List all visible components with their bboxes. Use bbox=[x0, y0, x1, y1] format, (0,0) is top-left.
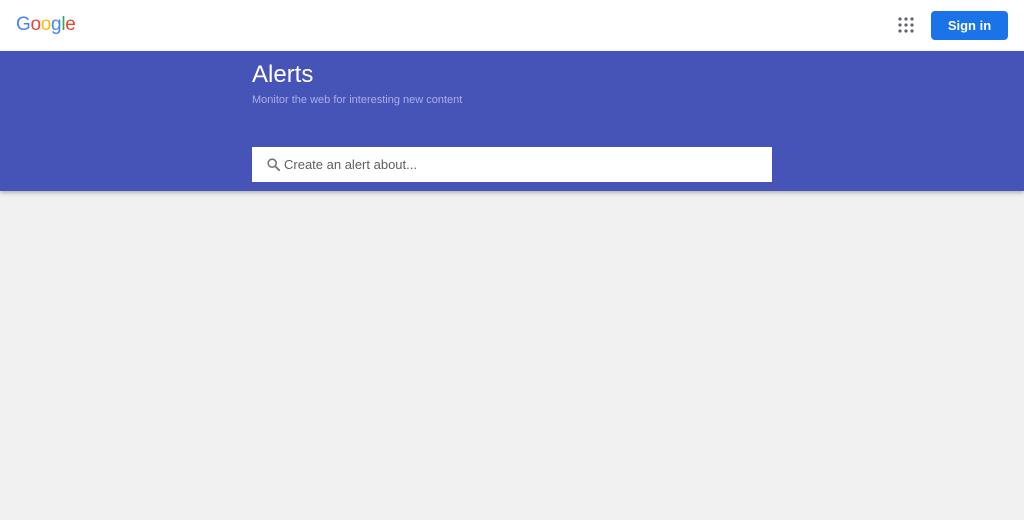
sign-in-button[interactable]: Sign in bbox=[931, 11, 1008, 40]
alerts-hero-banner: Alerts Monitor the web for interesting n… bbox=[0, 51, 1024, 191]
top-bar: Google Sign in bbox=[0, 0, 1024, 51]
search-icon bbox=[267, 158, 280, 171]
logo-letter: G bbox=[16, 14, 31, 35]
logo-letter: g bbox=[51, 14, 62, 35]
apps-grid-icon bbox=[898, 17, 914, 33]
page-title: Alerts bbox=[252, 61, 314, 88]
create-alert-box[interactable] bbox=[252, 147, 772, 182]
apps-button[interactable] bbox=[896, 15, 916, 35]
google-logo[interactable]: Google bbox=[16, 13, 76, 37]
logo-letter: e bbox=[65, 14, 76, 35]
logo-letter: o bbox=[30, 14, 41, 35]
logo-letter: o bbox=[40, 14, 52, 35]
page-subtitle: Monitor the web for interesting new cont… bbox=[252, 94, 463, 106]
create-alert-input[interactable] bbox=[284, 147, 754, 182]
